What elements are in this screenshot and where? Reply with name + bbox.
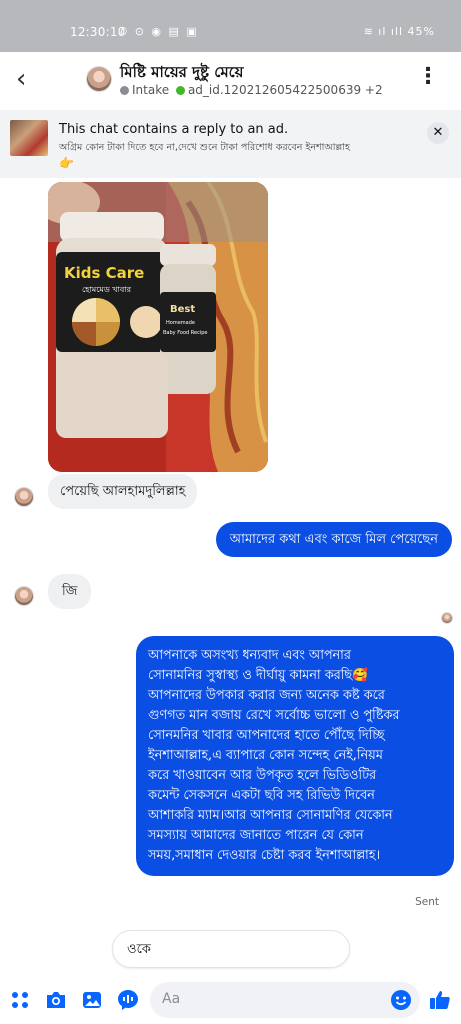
ad-label-dot-icon — [175, 86, 185, 95]
gallery-icon[interactable] — [80, 988, 104, 1012]
ad-id-label: ad_id.120212605422500639 +2 — [187, 83, 383, 97]
outgoing-long-message[interactable]: আপনাকে অসংখ্য ধন্যবাদ এবং আপনার সোনামনির… — [136, 636, 454, 876]
status-bar: 12:30:10 ✆ ⊙ ◉ ▤ ▣ ≋ ıl ıll 45% — [0, 0, 461, 52]
message-line: গুণগত মান বজায় রেখে সর্বোচ্চ ভালো ও পুষ… — [148, 708, 400, 723]
voice-message-icon[interactable] — [116, 988, 140, 1012]
close-icon[interactable]: ✕ — [427, 122, 449, 144]
sent-status: Sent — [415, 896, 439, 908]
small-jar-text-2: Homemade — [166, 320, 195, 326]
message-line: করে খাওয়াবেন আর উপকৃত হলে ভিডিওটির — [148, 768, 377, 783]
small-jar-text-3: Baby Food Recipe — [163, 330, 208, 336]
message-line: ইনশাআল্লাহ,এ ব্যাপারে কোন সন্দেহ নেই,নিয… — [148, 748, 383, 763]
sender-avatar[interactable] — [14, 586, 34, 606]
pointing-hand-emoji: 👉 — [59, 156, 74, 170]
message-line: আপনাদের উপকার করার জন্য অনেক কষ্ট করে — [148, 688, 385, 703]
vertical-ellipsis-icon[interactable]: ⋮ — [417, 66, 439, 88]
ad-banner-title: This chat contains a reply to an ad. — [59, 122, 289, 137]
jar-brand-subtext: হোমমেড খাবার — [82, 285, 132, 294]
message-line: সোনমনির খাবার আপনাদের হাতে পৌঁছে দিচ্ছি — [148, 728, 385, 743]
message-line: কমেন্ট সেকসনে একটা ছবি সহ রিভিউ দিবেন — [148, 788, 375, 803]
ad-banner-text: অগ্রিম কোন টাকা দিতে হবে না,দেখে শুনে টা… — [59, 142, 351, 153]
message-composer: Aa — [0, 976, 461, 1024]
product-photo-message[interactable]: Kids Care হোমমেড খাবার Best Homemade Bab… — [48, 182, 268, 472]
thumbs-up-icon[interactable] — [428, 988, 452, 1012]
ad-reply-banner[interactable]: This chat contains a reply to an ad. অগ্… — [0, 110, 461, 178]
draft-message-bubble[interactable]: ওকে — [112, 930, 350, 968]
jar-brand-text: Kids Care — [64, 264, 144, 282]
notification-icons: ✆ ⊙ ◉ ▤ ▣ — [118, 25, 199, 38]
message-input-placeholder: Aa — [162, 991, 181, 1007]
incoming-message[interactable]: পেয়েছি আলহামদুলিল্লাহ — [48, 474, 198, 509]
product-photo-image: Kids Care হোমমেড খাবার Best Homemade Bab… — [48, 182, 268, 472]
camera-icon[interactable] — [44, 988, 68, 1012]
contact-labels[interactable]: Intake ad_id.120212605422500639 +2 — [120, 83, 383, 97]
contact-avatar[interactable] — [86, 66, 112, 92]
message-line: আপনাকে অসংখ্য ধন্যবাদ এবং আপনার — [148, 648, 351, 663]
chat-header: ‹ মিষ্টি মায়ের দুষ্টু মেয়ে Intake ad_i… — [0, 52, 461, 110]
seen-avatar-indicator — [441, 612, 453, 624]
incoming-message[interactable]: জি — [48, 574, 92, 609]
small-jar-text-1: Best — [170, 304, 195, 315]
intake-label-dot-icon — [120, 86, 129, 95]
apps-grid-icon[interactable] — [8, 988, 32, 1012]
message-line: সোনামনির সুস্বাস্থ্য ও দীর্ঘায়ু কামনা ক… — [148, 668, 369, 683]
emoji-icon[interactable] — [389, 988, 413, 1012]
ad-thumbnail[interactable] — [10, 120, 48, 156]
messenger-chat-screen: 12:30:10 ✆ ⊙ ◉ ▤ ▣ ≋ ıl ıll 45% ‹ মিষ্টি… — [0, 0, 461, 1024]
draft-text: ওকে — [127, 942, 151, 957]
message-line: আশাকরি ম্যাম।আর আপনার সোনামণির যেকোন — [148, 808, 393, 823]
signal-battery-indicator: ≋ ıl ıll 45% — [363, 25, 435, 38]
sender-avatar[interactable] — [14, 487, 34, 507]
outgoing-message[interactable]: আমাদের কথা এবং কাজে মিল পেয়েছেন — [215, 522, 452, 557]
message-input[interactable]: Aa — [150, 982, 420, 1018]
back-chevron-icon[interactable]: ‹ — [16, 64, 26, 94]
message-line: সময়,সমাধান দেওয়ার চেষ্টা করব ইনশাআল্লা… — [148, 848, 381, 863]
message-line: সমস্যায় আমাদের জানাতে পারেন যে কোন — [148, 828, 364, 843]
intake-label: Intake — [132, 83, 170, 97]
